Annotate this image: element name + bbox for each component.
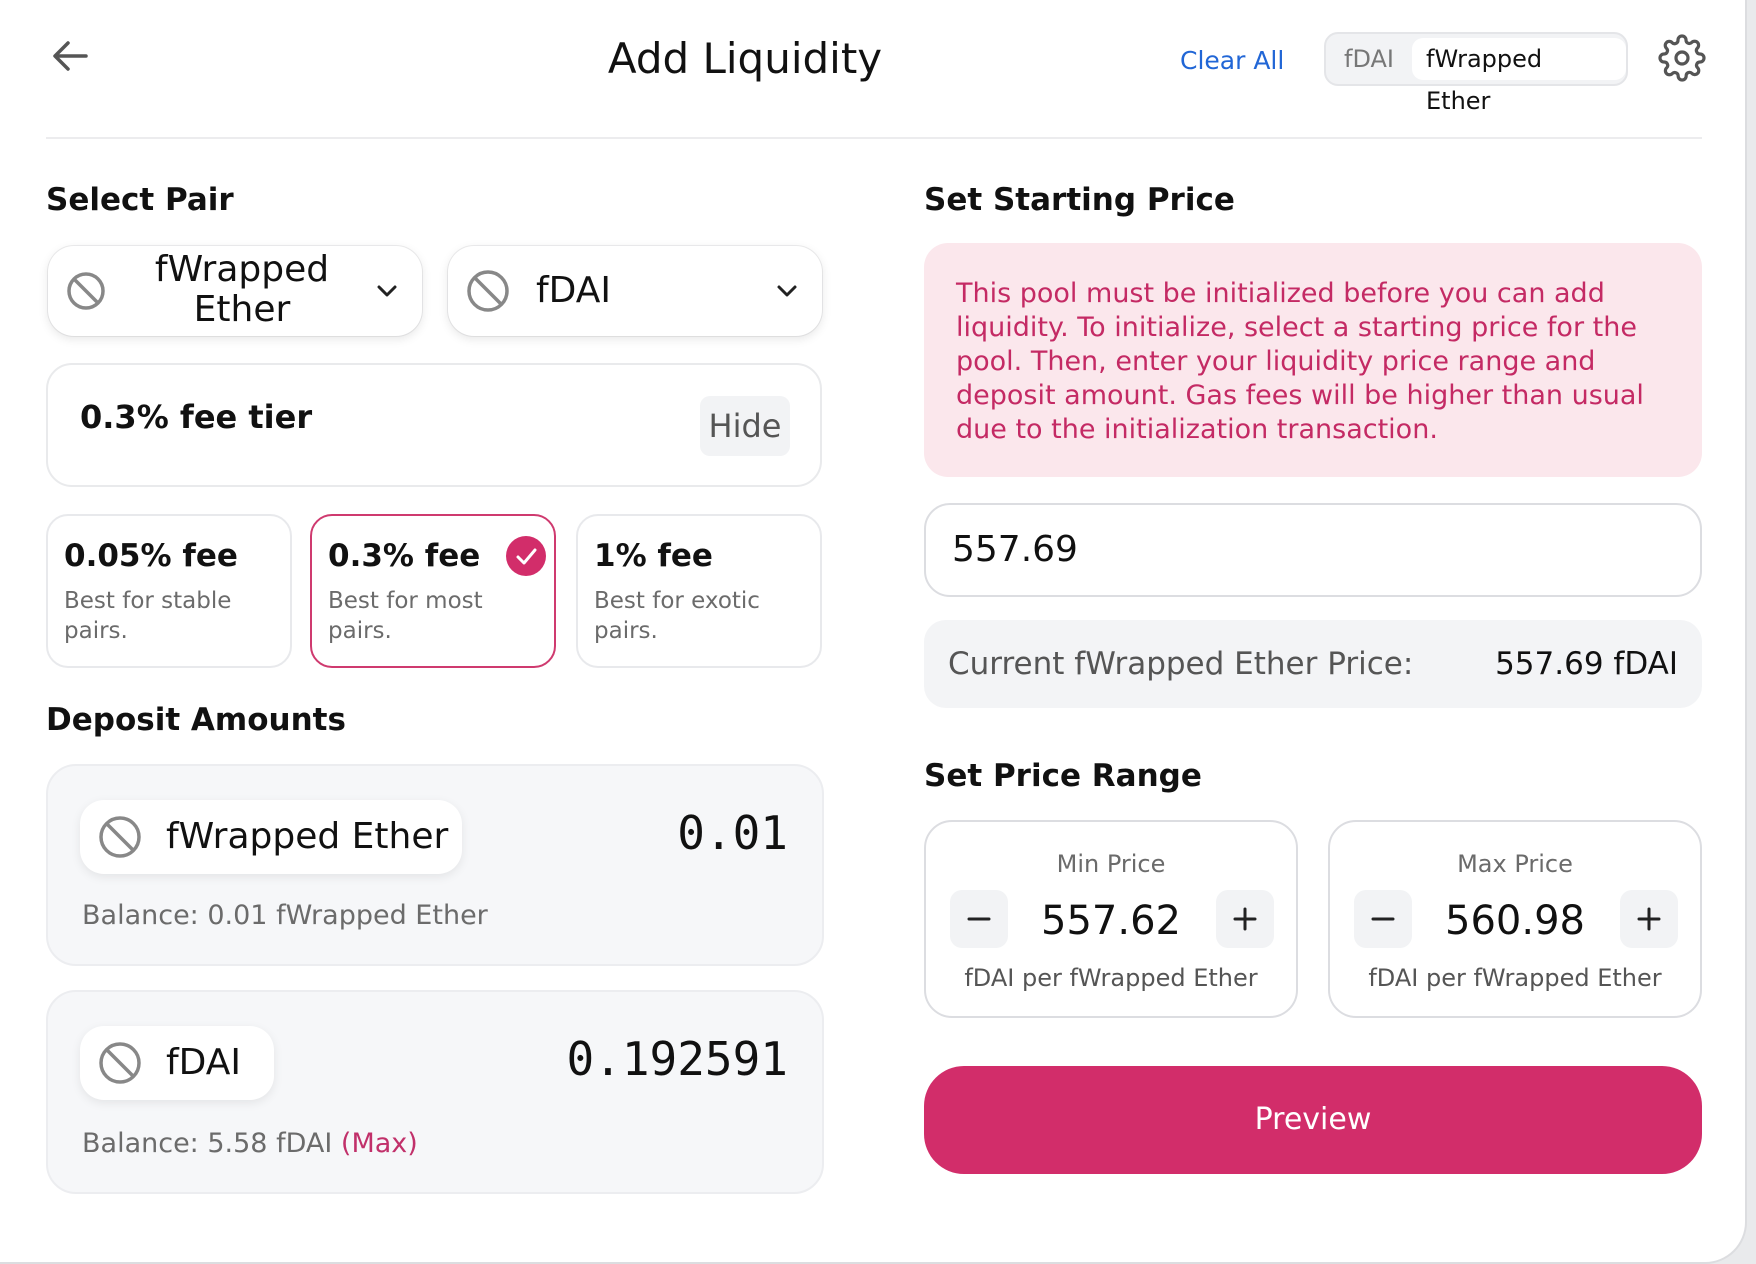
max-price-input[interactable]: 560.98 bbox=[1410, 898, 1620, 944]
current-price-label: Current fWrapped Ether Price: bbox=[948, 646, 1414, 682]
preview-button[interactable]: Preview bbox=[924, 1066, 1702, 1174]
check-icon bbox=[506, 536, 546, 576]
chevron-down-icon bbox=[374, 278, 400, 304]
ban-icon bbox=[98, 1041, 142, 1085]
back-arrow-icon[interactable] bbox=[46, 32, 94, 80]
fee-option-0-3[interactable]: 0.3% fee Best for most pairs. bbox=[310, 514, 556, 668]
fee-option-desc: Best for stable pairs. bbox=[64, 588, 232, 644]
token-b-select[interactable]: fDAI bbox=[448, 246, 822, 336]
min-price-increment-button[interactable] bbox=[1216, 890, 1274, 948]
deposit-token-b-amount-input[interactable]: 0.192591 bbox=[566, 1032, 788, 1086]
deposit-token-b-balance: Balance: 5.58 fDAI bbox=[82, 1128, 333, 1159]
add-liquidity-card: Add Liquidity Clear All fDAI fWrapped Et… bbox=[0, 0, 1745, 1262]
max-price-decrement-button[interactable] bbox=[1354, 890, 1412, 948]
deposit-token-a-name: fWrapped Ether bbox=[166, 816, 449, 857]
max-price-unit: fDAI per fWrapped Ether bbox=[1368, 964, 1662, 992]
starting-price-input[interactable]: 557.69 bbox=[924, 503, 1702, 597]
minus-icon bbox=[1371, 917, 1395, 921]
clear-all-button[interactable]: Clear All bbox=[1180, 46, 1284, 75]
deposit-token-b-pill[interactable]: fDAI bbox=[80, 1026, 274, 1100]
deposit-token-a-pill[interactable]: fWrapped Ether bbox=[80, 800, 462, 874]
max-price-box: Max Price 560.98 fDAI per fWrapped Ether bbox=[1328, 820, 1702, 1018]
deposit-token-a: fWrapped Ether 0.01 Balance: 0.01 fWrapp… bbox=[46, 764, 824, 966]
token-toggle: fDAI fWrapped Ether bbox=[1324, 32, 1628, 115]
min-price-decrement-button[interactable] bbox=[950, 890, 1008, 948]
ban-icon bbox=[466, 269, 510, 313]
max-price-label: Max Price bbox=[1457, 850, 1573, 878]
ban-icon bbox=[98, 815, 142, 859]
min-price-label: Min Price bbox=[1056, 850, 1166, 878]
set-price-range-title: Set Price Range bbox=[924, 758, 1202, 794]
fee-option-desc: Best for exotic pairs. bbox=[594, 588, 760, 644]
chevron-down-icon bbox=[774, 278, 800, 304]
select-pair-title: Select Pair bbox=[46, 182, 234, 218]
initialization-warning: This pool must be initialized before you… bbox=[924, 243, 1702, 477]
toggle-fdai[interactable]: fDAI bbox=[1330, 38, 1408, 80]
fee-option-title: 0.3% fee bbox=[328, 538, 481, 574]
ban-icon bbox=[66, 271, 106, 311]
deposit-token-b: fDAI 0.192591 Balance: 5.58 fDAI (Max) bbox=[46, 990, 824, 1194]
hide-fee-options-button[interactable]: Hide bbox=[700, 396, 790, 456]
fee-option-0-05[interactable]: 0.05% fee Best for stable pairs. bbox=[46, 514, 292, 668]
max-price-increment-button[interactable] bbox=[1620, 890, 1678, 948]
toggle-fwrapped-ether[interactable]: fWrapped Ether bbox=[1412, 38, 1626, 115]
fee-option-title: 0.05% fee bbox=[64, 538, 238, 574]
deposit-token-a-balance: Balance: 0.01 fWrapped Ether bbox=[82, 900, 488, 931]
minus-icon bbox=[967, 917, 991, 921]
min-price-box: Min Price 557.62 fDAI per fWrapped Ether bbox=[924, 820, 1298, 1018]
gear-icon[interactable] bbox=[1658, 34, 1706, 82]
deposit-amounts-title: Deposit Amounts bbox=[46, 702, 346, 738]
set-starting-price-title: Set Starting Price bbox=[924, 182, 1235, 218]
current-price-value: 557.69 fDAI bbox=[1495, 646, 1678, 682]
token-a-name-line1: fWrapped bbox=[154, 249, 330, 290]
plus-icon bbox=[1233, 907, 1257, 931]
token-b-name: fDAI bbox=[536, 270, 612, 311]
header-divider bbox=[46, 137, 1702, 139]
fee-option-title: 1% fee bbox=[594, 538, 713, 574]
token-a-name-line2: Ether bbox=[193, 289, 291, 330]
warning-text: This pool must be initialized before you… bbox=[956, 278, 1644, 445]
deposit-token-a-amount-input[interactable]: 0.01 bbox=[677, 806, 788, 860]
min-price-unit: fDAI per fWrapped Ether bbox=[964, 964, 1258, 992]
fee-tier-label: 0.3% fee tier bbox=[80, 398, 313, 436]
starting-price-value: 557.69 bbox=[952, 529, 1078, 570]
fee-option-desc: Best for most pairs. bbox=[328, 588, 483, 644]
deposit-token-b-name: fDAI bbox=[166, 1042, 242, 1083]
fee-option-1[interactable]: 1% fee Best for exotic pairs. bbox=[576, 514, 822, 668]
min-price-input[interactable]: 557.62 bbox=[1006, 898, 1216, 944]
current-price-row: Current fWrapped Ether Price: 557.69 fDA… bbox=[924, 620, 1702, 708]
plus-icon bbox=[1637, 907, 1661, 931]
page-title: Add Liquidity bbox=[607, 34, 883, 83]
token-a-select[interactable]: fWrapped Ether bbox=[48, 246, 422, 336]
max-button[interactable]: (Max) bbox=[341, 1128, 418, 1159]
